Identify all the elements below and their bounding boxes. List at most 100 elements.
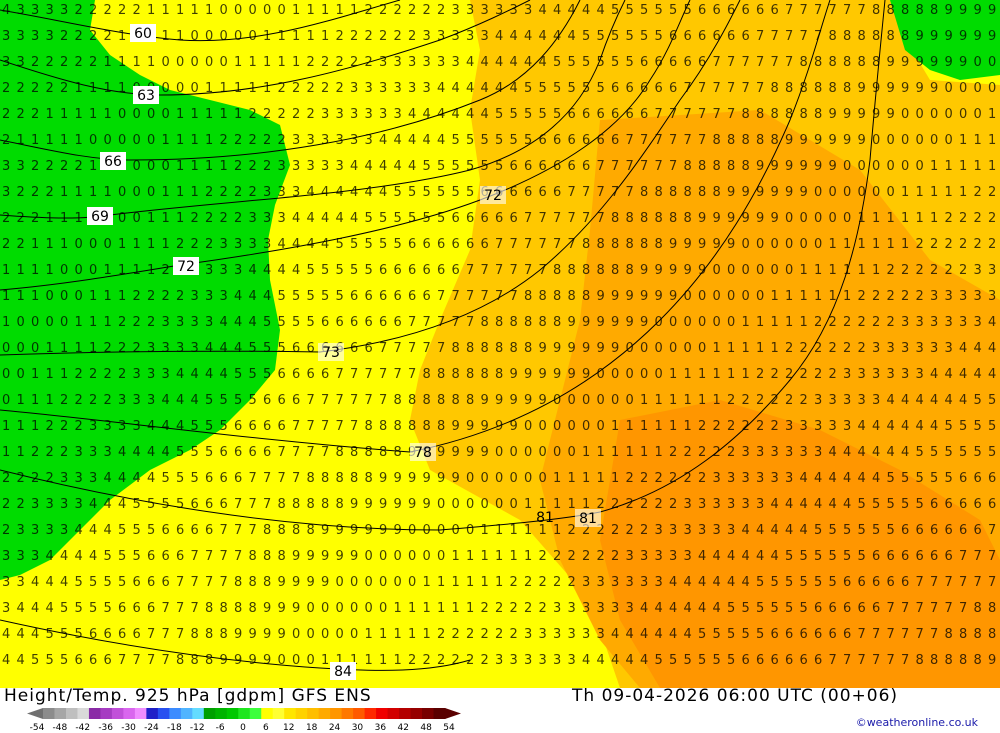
grid-value: 6 (307, 341, 315, 356)
grid-value: 2 (858, 341, 866, 356)
grid-value: 4 (669, 627, 677, 642)
grid-value: 1 (60, 237, 68, 252)
grid-value: 2 (118, 3, 126, 18)
grid-value: 6 (800, 627, 808, 642)
grid-value: 2 (872, 315, 880, 330)
grid-value: 7 (800, 3, 808, 18)
grid-value: 9 (843, 133, 851, 148)
grid-value: 1 (162, 237, 170, 252)
grid-value: 7 (698, 81, 706, 96)
grid-value: 5 (553, 81, 561, 96)
grid-value: 2 (118, 341, 126, 356)
grid-value: 3 (147, 341, 155, 356)
grid-value: 0 (336, 575, 344, 590)
grid-value: 2 (46, 159, 54, 174)
grid-value: 2 (249, 159, 257, 174)
grid-value: 4 (539, 3, 547, 18)
grid-value: 1 (814, 263, 822, 278)
grid-value: 6 (292, 341, 300, 356)
grid-value: 6 (713, 3, 721, 18)
grid-value: 1 (205, 3, 213, 18)
grid-value: 9 (988, 29, 996, 44)
grid-value: 5 (408, 185, 416, 200)
grid-value: 9 (916, 55, 924, 70)
grid-value: 0 (988, 55, 996, 70)
grid-value: 1 (408, 627, 416, 642)
grid-value: 6 (350, 341, 358, 356)
grid-value: 7 (887, 653, 895, 668)
grid-value: 1 (553, 497, 561, 512)
grid-value: 8 (278, 497, 286, 512)
grid-value: 1 (611, 445, 619, 460)
grid-value: 7 (307, 445, 315, 460)
grid-value: 3 (945, 289, 953, 304)
grid-value: 0 (60, 263, 68, 278)
grid-value: 2 (553, 549, 561, 564)
grid-value: 7 (640, 133, 648, 148)
credit-link[interactable]: ©weatheronline.co.uk (856, 716, 978, 729)
grid-value: 9 (481, 393, 489, 408)
grid-value: 4 (539, 29, 547, 44)
grid-value: 7 (234, 497, 242, 512)
grid-value: 8 (408, 419, 416, 434)
grid-value: 9 (423, 471, 431, 486)
grid-value: 5 (930, 445, 938, 460)
grid-value: 4 (669, 575, 677, 590)
grid-value: 0 (814, 237, 822, 252)
grid-value: 2 (814, 315, 822, 330)
grid-value: 8 (234, 575, 242, 590)
grid-value: 0 (350, 575, 358, 590)
grid-value: 3 (466, 3, 474, 18)
grid-value: 4 (292, 211, 300, 226)
grid-value: 2 (75, 3, 83, 18)
grid-value: 2 (46, 81, 54, 96)
grid-value: 8 (263, 523, 271, 538)
grid-value: 0 (974, 55, 982, 70)
grid-value: 3 (843, 367, 851, 382)
contour-label: 81 (536, 510, 554, 526)
grid-value: 0 (539, 445, 547, 460)
grid-value: 3 (626, 549, 634, 564)
grid-value: 7 (669, 159, 677, 174)
grid-value: 8 (307, 497, 315, 512)
grid-value: 9 (394, 497, 402, 512)
grid-value: 8 (394, 419, 402, 434)
grid-value: 1 (684, 393, 692, 408)
grid-value: 2 (249, 133, 257, 148)
grid-value: 7 (988, 523, 996, 538)
grid-value: 4 (959, 367, 967, 382)
grid-value: 1 (800, 315, 808, 330)
grid-value: 0 (713, 263, 721, 278)
grid-value: 6 (930, 549, 938, 564)
grid-value: 2 (75, 393, 83, 408)
grid-value: 3 (872, 341, 880, 356)
grid-value: 5 (640, 29, 648, 44)
grid-value: 1 (727, 367, 735, 382)
colorbar-swatch (353, 708, 366, 719)
grid-value: 1 (147, 55, 155, 70)
grid-value: 2 (945, 237, 953, 252)
grid-value: 2 (814, 367, 822, 382)
grid-value: 0 (524, 471, 532, 486)
grid-value: 1 (901, 237, 909, 252)
grid-value: 6 (176, 549, 184, 564)
grid-value: 9 (365, 523, 373, 538)
grid-value: 0 (713, 289, 721, 304)
grid-value: 2 (17, 81, 25, 96)
grid-value: 2 (31, 159, 39, 174)
grid-value: 4 (930, 393, 938, 408)
grid-value: 0 (510, 471, 518, 486)
grid-value: 5 (974, 393, 982, 408)
grid-value: 0 (437, 523, 445, 538)
grid-value: 4 (524, 29, 532, 44)
grid-value: 1 (756, 315, 764, 330)
grid-value: 5 (524, 133, 532, 148)
contour-label: 73 (322, 345, 340, 361)
grid-value: 8 (887, 3, 895, 18)
grid-value: 1 (176, 3, 184, 18)
grid-value: 3 (597, 575, 605, 590)
grid-value: 3 (568, 653, 576, 668)
grid-value: 5 (118, 549, 126, 564)
grid-value: 1 (118, 81, 126, 96)
grid-value: 5 (887, 471, 895, 486)
